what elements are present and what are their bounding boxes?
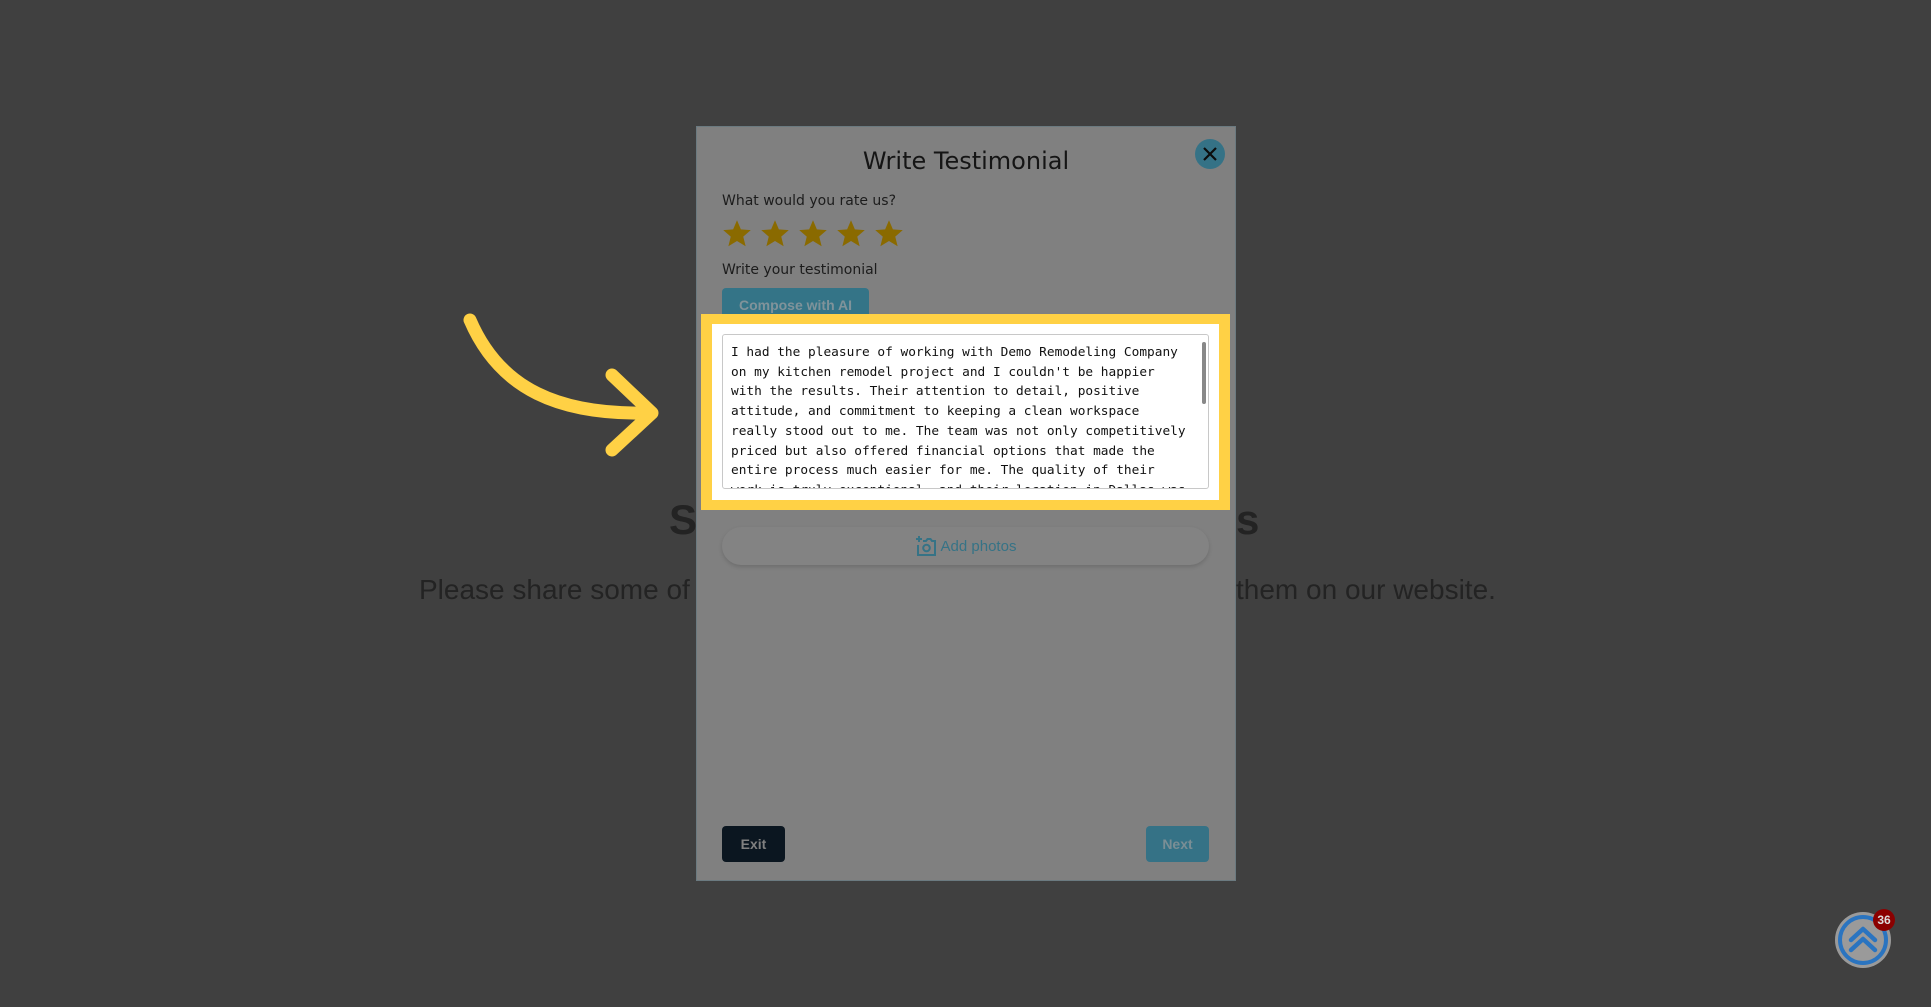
add-photos-label: Add photos <box>940 537 1017 555</box>
background-heading-left: S <box>669 496 698 543</box>
star-icon[interactable] <box>760 219 790 249</box>
star-icon[interactable] <box>874 219 904 249</box>
star-icon[interactable] <box>836 219 866 249</box>
add-photo-icon <box>915 536 936 556</box>
next-button[interactable]: Next <box>1146 826 1209 862</box>
star-icon[interactable] <box>722 219 752 249</box>
modal-title: Write Testimonial <box>862 147 1070 175</box>
star-rating[interactable] <box>722 219 904 249</box>
testimonial-label: Write your testimonial <box>722 262 878 278</box>
rating-label: What would you rate us? <box>722 193 897 209</box>
add-photos-button[interactable]: Add photos <box>722 527 1209 565</box>
background-heading-right: s <box>1236 496 1260 543</box>
arrow-annotation-icon <box>463 313 659 457</box>
notification-badge: 36 <box>1873 909 1895 931</box>
star-icon[interactable] <box>798 219 828 249</box>
background-subtitle-right: them on our website. <box>1236 574 1496 605</box>
testimonial-textarea[interactable]: I had the pleasure of working with Demo … <box>722 334 1209 489</box>
background-subtitle-left: Please share some of <box>419 574 690 605</box>
close-button[interactable] <box>1195 139 1225 169</box>
highlight-box: I had the pleasure of working with Demo … <box>701 314 1230 510</box>
close-icon <box>1203 147 1217 161</box>
exit-button[interactable]: Exit <box>722 826 785 862</box>
